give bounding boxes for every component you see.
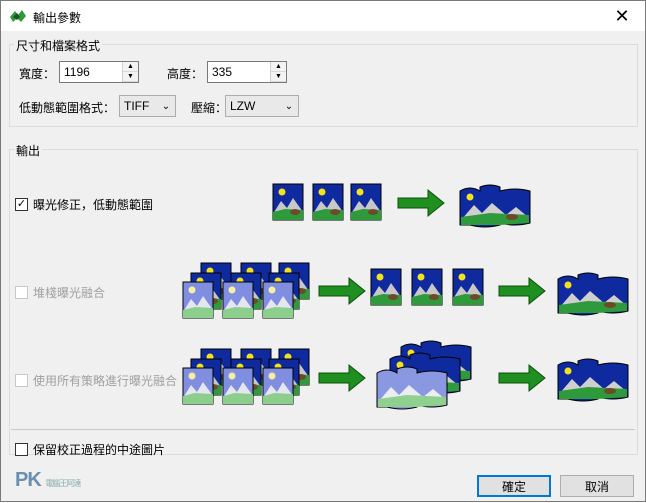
app-icon — [10, 10, 26, 22]
width-label: 寬度： — [19, 67, 56, 81]
keep-intermediate-checkbox[interactable]: 保留校正過程的中途圖片 — [15, 441, 165, 458]
output-group — [9, 149, 638, 455]
watermark-text: PK — [15, 469, 42, 491]
height-up-icon[interactable]: ▲ — [271, 62, 286, 72]
compression-label: 壓縮： — [191, 101, 228, 115]
checkbox-icon[interactable] — [15, 443, 28, 456]
compression-select[interactable]: LZW ⌄ — [225, 95, 299, 117]
ok-button[interactable]: 確定 — [477, 475, 551, 497]
size-format-group-label: 尺寸和檔案格式 — [14, 37, 103, 54]
window-title: 輸出參數 — [33, 11, 82, 25]
exposure-correction-label: 曝光修正，低動態範圍 — [33, 198, 154, 212]
stack-fusion-label: 堆棧曝光融合 — [33, 286, 106, 300]
cancel-button[interactable]: 取消 — [560, 475, 634, 497]
checkbox-icon[interactable] — [15, 374, 28, 387]
stack-fusion-checkbox[interactable]: 堆棧曝光融合 — [15, 284, 105, 301]
width-value[interactable]: 1196 — [60, 62, 122, 82]
height-down-icon[interactable]: ▼ — [271, 72, 286, 82]
width-down-icon[interactable]: ▼ — [123, 72, 138, 82]
all-strategies-fusion-label: 使用所有策略進行曝光融合 — [33, 374, 178, 388]
separator-line — [11, 429, 635, 430]
keep-intermediate-label: 保留校正過程的中途圖片 — [33, 443, 166, 457]
output-group-label: 輸出 — [14, 142, 43, 159]
title-bar: 輸出參數 ✕ — [1, 1, 645, 31]
checkbox-icon[interactable] — [15, 286, 28, 299]
dialog-window: 輸出參數 ✕ 尺寸和檔案格式 寬度： 1196 ▲ ▼ 高度： 335 ▲ ▼ … — [0, 0, 646, 502]
close-icon: ✕ — [614, 5, 630, 26]
height-value[interactable]: 335 — [208, 62, 270, 82]
close-button[interactable]: ✕ — [599, 1, 645, 31]
compression-value: LZW — [230, 99, 256, 113]
all-strategies-fusion-checkbox[interactable]: 使用所有策略進行曝光融合 — [15, 372, 177, 389]
watermark-subtext: 電腦王阿達 — [45, 479, 81, 488]
exposure-correction-checkbox[interactable]: ✓ 曝光修正，低動態範圍 — [15, 196, 153, 213]
chevron-down-icon: ⌄ — [161, 100, 171, 112]
watermark-logo: PK 電腦王阿達 — [15, 469, 81, 492]
width-stepper[interactable]: 1196 ▲ ▼ — [59, 61, 139, 83]
hdr-format-value: TIFF — [124, 99, 150, 113]
chevron-down-icon: ⌄ — [284, 100, 294, 112]
height-stepper[interactable]: 335 ▲ ▼ — [207, 61, 287, 83]
hdr-format-select[interactable]: TIFF ⌄ — [119, 95, 176, 117]
width-up-icon[interactable]: ▲ — [123, 62, 138, 72]
hdr-format-label: 低動態範圍格式： — [19, 101, 116, 115]
checkbox-checked-icon[interactable]: ✓ — [15, 198, 28, 211]
height-label: 高度： — [167, 67, 204, 81]
